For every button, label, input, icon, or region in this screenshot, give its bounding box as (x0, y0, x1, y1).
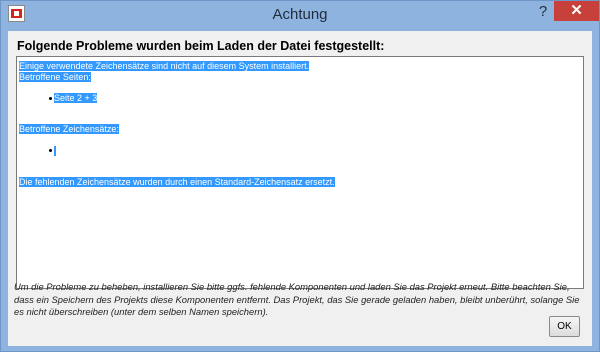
dialog-window: Achtung ? ✕ Folgende Probleme wurden bei… (0, 0, 600, 352)
report-conclusion: Die fehlenden Zeichensätze wurden durch … (19, 177, 335, 187)
problem-report[interactable]: Einige verwendete Zeichensätze sind nich… (16, 56, 584, 289)
dialog-body: Folgende Probleme wurden beim Laden der … (8, 31, 592, 346)
ok-button[interactable]: OK (549, 316, 580, 337)
problem-headline: Folgende Probleme wurden beim Laden der … (17, 39, 385, 53)
close-button[interactable]: ✕ (554, 1, 599, 21)
help-button[interactable]: ? (529, 1, 557, 23)
report-line-fonts-missing: Einige verwendete Zeichensätze sind nich… (19, 61, 310, 71)
affected-fonts-label: Betroffene Zeichensätze: (19, 124, 119, 134)
affected-font-item (54, 145, 56, 156)
window-title: Achtung (272, 6, 328, 23)
bullet-icon (49, 149, 52, 152)
title-bar[interactable]: Achtung ? ✕ (1, 1, 599, 28)
affected-pages-label: Betroffene Seiten: (19, 72, 91, 82)
affected-page-item: Seite 2 + 3 (54, 93, 98, 103)
info-text: Um die Probleme zu beheben, installieren… (14, 281, 580, 317)
bullet-icon (49, 97, 52, 100)
